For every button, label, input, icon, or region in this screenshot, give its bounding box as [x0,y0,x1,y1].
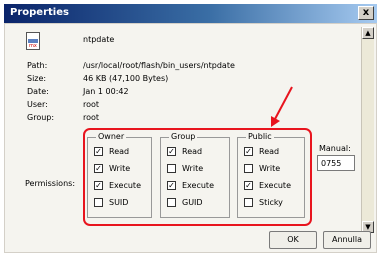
checkbox-checked-icon[interactable]: ✓ [244,181,253,190]
manual-permissions-input[interactable] [317,155,355,171]
checkbox-checked-icon[interactable]: ✓ [244,147,253,156]
public-sticky-checkbox[interactable]: Sticky [244,197,283,208]
checkbox-unchecked-icon[interactable] [244,164,253,173]
checkbox-checked-icon[interactable]: ✓ [167,181,176,190]
ok-button[interactable]: OK [269,231,317,249]
owner-execute-label: Execute [109,181,141,190]
group-guid-checkbox[interactable]: GUID [167,197,203,208]
checkbox-unchecked-icon[interactable] [244,198,253,207]
public-execute-label: Execute [259,181,291,190]
owner-read-checkbox[interactable]: ✓ Read [94,146,129,157]
properties-panel: mx ntpdate Path: /usr/local/root/flash/b… [4,23,377,253]
public-group: Public ✓ Read Write ✓ Execute Sticky [237,132,305,218]
owner-write-checkbox[interactable]: ✓ Write [94,163,130,174]
checkbox-checked-icon[interactable]: ✓ [167,147,176,156]
checkbox-checked-icon[interactable]: ✓ [94,164,103,173]
checkbox-unchecked-icon[interactable] [94,198,103,207]
public-group-title: Public [246,132,274,142]
public-sticky-label: Sticky [259,198,283,207]
public-write-checkbox[interactable]: Write [244,163,280,174]
title-bar[interactable]: Properties x [4,4,377,23]
public-execute-checkbox[interactable]: ✓ Execute [244,180,291,191]
cancel-button[interactable]: Annulla [323,231,371,249]
close-button[interactable]: x [358,6,374,20]
group-guid-label: GUID [182,198,203,207]
owner-group-title: Owner [96,132,127,142]
group-read-label: Read [182,147,203,156]
public-read-label: Read [259,147,280,156]
owner-execute-checkbox[interactable]: ✓ Execute [94,180,141,191]
owner-write-label: Write [109,164,131,173]
group-execute-label: Execute [182,181,214,190]
owner-suid-label: SUID [109,198,129,207]
checkbox-unchecked-icon[interactable] [167,164,176,173]
group-write-label: Write [182,164,204,173]
permissions-label: Permissions: [25,179,76,188]
checkbox-checked-icon[interactable]: ✓ [94,181,103,190]
manual-label: Manual: [319,144,351,153]
group-write-checkbox[interactable]: Write [167,163,203,174]
group-group-title: Group [169,132,198,142]
group-group: Group ✓ Read Write ✓ Execute GUID [160,132,230,218]
owner-read-label: Read [109,147,130,156]
properties-window: Properties x mx ntpdate Path: /usr/local… [0,0,381,257]
checkbox-checked-icon[interactable]: ✓ [94,147,103,156]
owner-suid-checkbox[interactable]: SUID [94,197,128,208]
checkbox-unchecked-icon[interactable] [167,198,176,207]
public-read-checkbox[interactable]: ✓ Read [244,146,279,157]
public-write-label: Write [259,164,281,173]
window-title: Properties [10,7,69,18]
group-execute-checkbox[interactable]: ✓ Execute [167,180,214,191]
owner-group: Owner ✓ Read ✓ Write ✓ Execute SUID [87,132,152,218]
group-read-checkbox[interactable]: ✓ Read [167,146,202,157]
